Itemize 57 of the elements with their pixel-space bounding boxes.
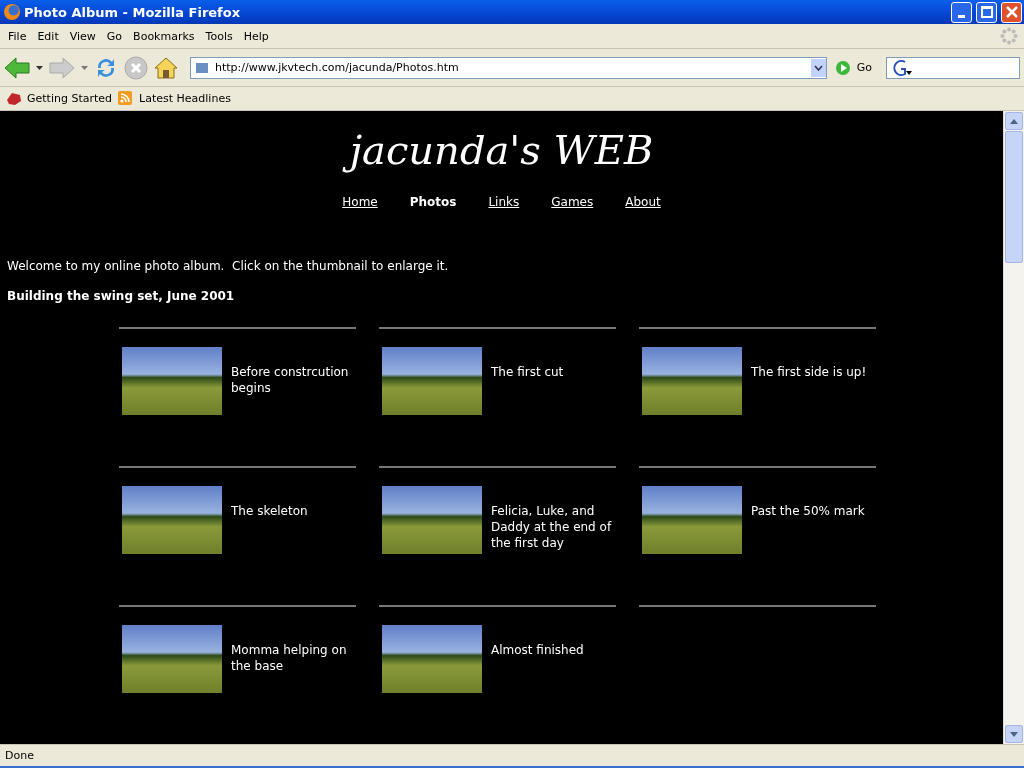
photo-placeholder[interactable] <box>382 486 482 554</box>
scroll-up-icon[interactable] <box>1010 118 1018 124</box>
status-text: Done <box>0 744 1024 768</box>
scrollbar[interactable] <box>1003 111 1024 744</box>
menu-item[interactable]: Bookmarks <box>129 29 202 43</box>
photo-placeholder[interactable] <box>122 486 222 554</box>
dropdown-caret-icon[interactable] <box>36 65 43 70</box>
menu-item[interactable]: File <box>4 29 34 43</box>
back-arrow-icon[interactable] <box>4 56 30 79</box>
intro-text: Welcome to my online photo album. Click on the thumbnail to enlarge it. <box>7 259 450 273</box>
photo-placeholder[interactable] <box>122 347 222 415</box>
rss-feed-icon <box>118 90 135 107</box>
photo-caption: Almost finished <box>491 642 585 658</box>
photo-caption: Past the 50% mark <box>751 503 866 519</box>
photo-caption: The skeleton <box>231 503 309 519</box>
nav-link[interactable]: Photos <box>409 195 457 209</box>
home-icon[interactable] <box>154 55 178 80</box>
photo-caption: Before constrcution begins <box>231 364 350 396</box>
address-field[interactable]: http://www.jkvtech.com/jacunda/Photos.htm <box>190 56 827 79</box>
minimize-button[interactable] <box>951 1 972 23</box>
bookmark-link[interactable]: Getting Started <box>6 91 113 106</box>
photo-placeholder[interactable] <box>382 347 482 415</box>
bookmark-icon <box>6 91 22 106</box>
photo-placeholder[interactable] <box>122 625 222 693</box>
close-icon <box>1004 5 1019 19</box>
menu-item[interactable]: View <box>65 29 103 43</box>
menu-item[interactable]: Help <box>239 29 276 43</box>
nav-link[interactable]: Games <box>551 195 594 209</box>
restore-button[interactable] <box>976 1 997 23</box>
search-field[interactable] <box>886 56 1020 79</box>
dropdown-icon[interactable] <box>810 58 826 77</box>
photo-caption: The first side is up! <box>751 364 868 380</box>
photo-placeholder[interactable] <box>642 347 742 415</box>
menu-item[interactable]: Edit <box>33 29 66 43</box>
menu-item[interactable]: Go <box>102 29 130 43</box>
menu-item[interactable]: Tools <box>201 29 240 43</box>
nav-link[interactable]: About <box>625 195 661 209</box>
photo-caption: Momma helping on the base <box>231 642 348 674</box>
photo-caption: Felicia, Luke, and Daddy at the end of the first day <box>491 503 613 551</box>
photo-placeholder[interactable] <box>382 625 482 693</box>
photo-placeholder[interactable] <box>642 486 742 554</box>
scroll-down-icon[interactable] <box>1010 731 1018 737</box>
scrollbar-thumb[interactable] <box>1005 131 1023 263</box>
page-icon <box>195 60 209 75</box>
nav-link[interactable]: Links <box>488 195 520 209</box>
nav-link[interactable]: Home <box>342 195 378 209</box>
throbber-icon <box>1000 27 1018 45</box>
search-engine-logo-icon[interactable] <box>891 58 913 77</box>
play-icon <box>834 59 851 76</box>
bookmark-link[interactable]: Latest Headlines <box>118 90 231 107</box>
close-button[interactable] <box>1001 1 1022 23</box>
go-button[interactable]: Go <box>832 59 880 76</box>
stop-icon[interactable] <box>124 55 148 80</box>
photo-caption: The first cut <box>491 364 565 380</box>
section-title: Building the swing set, June 2001 <box>7 289 236 303</box>
site-title: jacunda's WEB <box>0 111 1003 175</box>
window-title: Photo Album - Mozilla Firefox <box>24 4 241 20</box>
